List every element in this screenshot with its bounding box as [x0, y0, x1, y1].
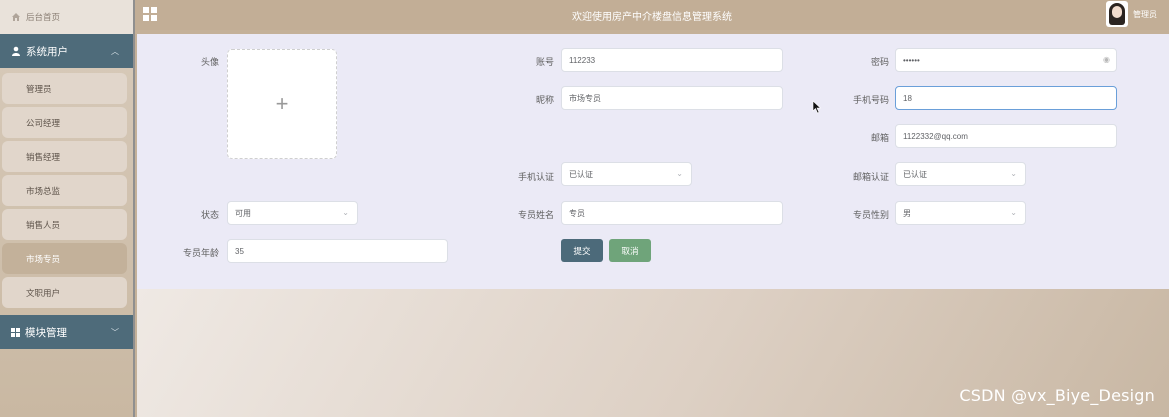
sidebar-item-marketing-specialist[interactable]: 市场专员	[2, 243, 127, 274]
avatar-upload[interactable]: +	[227, 49, 337, 159]
sidebar-item-label: 公司经理	[26, 117, 61, 128]
user-menu[interactable]: 管理员	[1106, 1, 1157, 27]
account-input[interactable]: 112233	[561, 48, 783, 72]
chevron-down-icon: ⌄	[1010, 208, 1017, 217]
mouse-cursor-icon	[812, 100, 822, 114]
gender-label: 专员性别	[852, 210, 889, 220]
submit-button[interactable]: 提交	[561, 239, 603, 262]
sidebar-item-label: 管理员	[26, 83, 52, 94]
chevron-down-icon: ⌄	[342, 208, 349, 217]
sidebar-item-label: 市场总监	[26, 185, 61, 196]
age-input[interactable]: 35	[227, 239, 448, 263]
email-label: 邮箱	[870, 133, 889, 143]
nickname-input[interactable]: 市场专员	[561, 86, 783, 110]
sidebar-item-sales-staff[interactable]: 销售人员	[2, 209, 127, 240]
watermark: CSDN @vx_Biye_Design	[959, 386, 1155, 405]
gender-value: 男	[903, 208, 911, 218]
sidebar-group-label: 模块管理	[25, 326, 67, 339]
avatar	[1106, 1, 1128, 27]
password-label: 密码	[870, 57, 889, 67]
email-value: 1122332@qq.com	[903, 131, 968, 141]
password-value: ••••••	[903, 55, 920, 65]
name-input[interactable]: 专员	[561, 201, 783, 225]
sidebar-item-label: 文职用户	[26, 287, 61, 298]
plus-icon: +	[275, 91, 289, 116]
phone-label: 手机号码	[852, 95, 889, 105]
phone-input[interactable]: 18	[895, 86, 1117, 110]
phone-verify-label: 手机认证	[517, 172, 554, 182]
sidebar-home-label: 后台首页	[26, 12, 61, 22]
account-label: 账号	[535, 57, 554, 67]
account-value: 112233	[569, 55, 596, 65]
sidebar-item-admin[interactable]: 管理员	[2, 73, 127, 104]
sidebar: 后台首页 系统用户 ︿ 管理员 公司经理 销售经理 市场总监 销售人员 市场专员…	[0, 0, 135, 417]
status-value: 可用	[235, 208, 251, 218]
name-label: 专员姓名	[517, 210, 554, 220]
email-input[interactable]: 1122332@qq.com	[895, 124, 1117, 148]
sidebar-group-module-management[interactable]: 模块管理 ﹀	[0, 315, 133, 349]
sidebar-group-label: 系统用户	[26, 45, 68, 58]
sidebar-item-label: 销售经理	[26, 151, 61, 162]
sidebar-items: 管理员 公司经理 销售经理 市场总监 销售人员 市场专员 文职用户	[0, 68, 133, 313]
gender-select[interactable]: 男 ⌄	[895, 201, 1026, 225]
top-bar: 欢迎使用房产中介楼盘信息管理系统 管理员	[135, 0, 1169, 30]
phone-verify-select[interactable]: 已认证 ⌄	[561, 162, 692, 186]
status-select[interactable]: 可用 ⌄	[227, 201, 358, 225]
name-value: 专员	[569, 208, 585, 218]
page-title: 欢迎使用房产中介楼盘信息管理系统	[572, 11, 732, 23]
email-verify-label: 邮箱认证	[852, 172, 889, 182]
phone-verify-value: 已认证	[569, 169, 593, 179]
password-input[interactable]: •••••• ◉	[895, 48, 1117, 72]
chevron-down-icon: ⌄	[676, 169, 683, 178]
sidebar-group-system-users[interactable]: 系统用户 ︿	[0, 34, 133, 68]
cancel-button[interactable]: 取消	[609, 239, 651, 262]
sidebar-home[interactable]: 后台首页	[0, 0, 133, 34]
phone-value: 18	[903, 93, 912, 103]
sidebar-item-label: 市场专员	[26, 253, 61, 264]
sidebar-item-clerical-user[interactable]: 文职用户	[2, 277, 127, 308]
user-label: 管理员	[1133, 9, 1157, 19]
grid-icon	[11, 327, 20, 337]
nickname-value: 市场专员	[569, 93, 601, 103]
user-icon	[12, 46, 20, 56]
nickname-label: 昵称	[535, 95, 554, 105]
age-value: 35	[235, 246, 244, 256]
sidebar-item-company-manager[interactable]: 公司经理	[2, 107, 127, 138]
chevron-up-icon: ︿	[111, 47, 119, 56]
chevron-down-icon: ⌄	[1010, 169, 1017, 178]
sidebar-item-marketing-director[interactable]: 市场总监	[2, 175, 127, 206]
status-label: 状态	[200, 210, 219, 220]
home-icon	[12, 13, 20, 21]
eye-icon[interactable]: ◉	[1103, 55, 1110, 64]
email-verify-select[interactable]: 已认证 ⌄	[895, 162, 1026, 186]
avatar-label: 头像	[200, 57, 219, 67]
email-verify-value: 已认证	[903, 169, 927, 179]
chevron-down-icon: ﹀	[111, 328, 119, 337]
age-label: 专员年龄	[182, 248, 219, 258]
sidebar-item-label: 销售人员	[26, 219, 61, 230]
form-panel: 头像 + 账号 112233 密码 •••••• ◉ 昵称 市场专员 手机号码 …	[137, 34, 1169, 289]
menu-toggle-icon[interactable]	[143, 7, 157, 21]
sidebar-item-sales-manager[interactable]: 销售经理	[2, 141, 127, 172]
